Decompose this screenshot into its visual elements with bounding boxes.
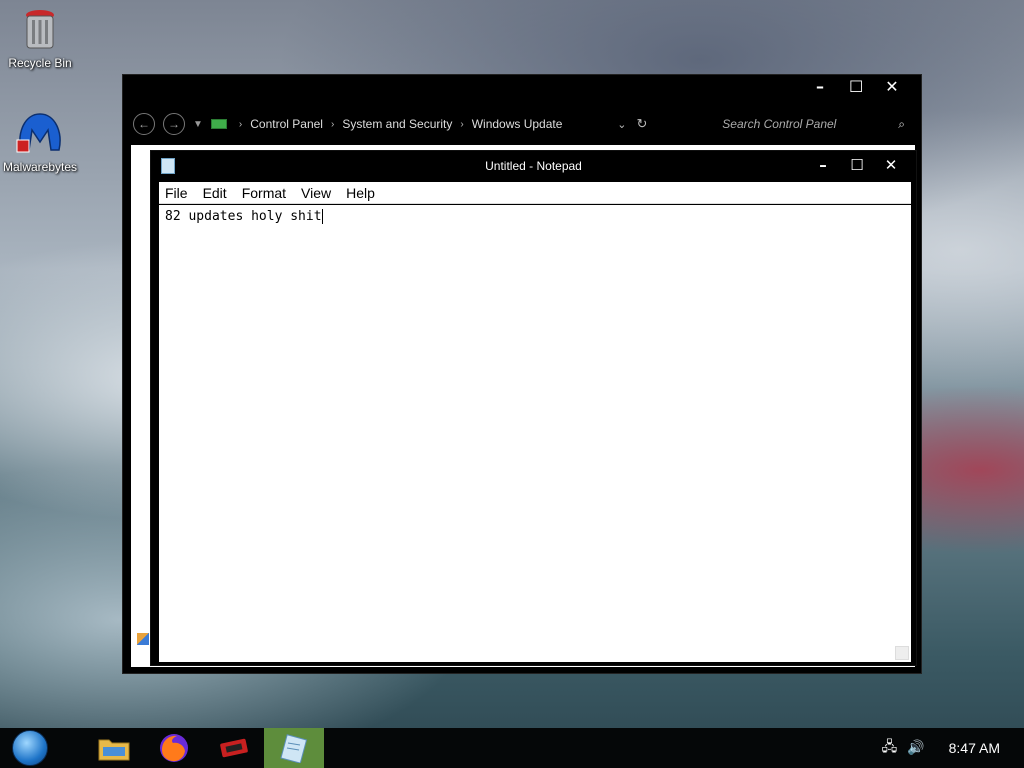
taskbar-notepad[interactable]: [264, 728, 324, 768]
network-icon[interactable]: 🖧: [882, 736, 898, 760]
address-bar: ← → ▼ › Control Panel › System and Secur…: [133, 111, 913, 137]
notepad-icon: [161, 158, 175, 174]
minimize-icon[interactable]: –: [816, 155, 830, 175]
menu-view[interactable]: View: [301, 185, 331, 201]
breadcrumb-separator-icon: ›: [238, 118, 243, 130]
notepad-title-bar[interactable]: Untitled - Notepad: [151, 151, 916, 181]
minimize-icon[interactable]: –: [813, 77, 827, 97]
firefox-icon: [160, 734, 188, 762]
breadcrumb-system-security[interactable]: System and Security: [342, 117, 452, 131]
text-caret: [321, 209, 323, 224]
notepad-icon: [280, 734, 308, 763]
editor-text: 82 updates holy shit: [165, 209, 322, 224]
menu-file[interactable]: File: [165, 185, 188, 201]
clock[interactable]: 8:47 AM: [949, 740, 1000, 756]
breadcrumb-separator-icon: ›: [330, 118, 335, 130]
start-orb-icon: [12, 730, 48, 766]
address-dropdown-icon[interactable]: ⌄: [617, 118, 626, 131]
notepad-window: Untitled - Notepad – ☐ ✕ File Edit Forma…: [150, 150, 917, 666]
breadcrumb-separator-icon: ›: [460, 118, 464, 130]
notepad-window-controls: – ☐ ✕: [816, 155, 898, 175]
desktop-icon-label: Recycle Bin: [8, 56, 72, 70]
menu-edit[interactable]: Edit: [203, 185, 227, 201]
breadcrumb-windows-update[interactable]: Windows Update: [472, 117, 563, 131]
window-title: Untitled - Notepad: [485, 159, 582, 173]
folder-icon: [98, 739, 130, 761]
start-button[interactable]: [0, 728, 60, 768]
history-dropdown-icon[interactable]: ▼: [193, 119, 203, 130]
control-panel-icon: [210, 119, 227, 129]
desktop-icon-recycle-bin[interactable]: Recycle Bin: [2, 8, 78, 70]
desktop-icon-label: Malwarebytes: [2, 160, 78, 174]
volume-icon[interactable]: 🔊: [907, 740, 924, 756]
system-tray: 🖧 🔊 8:47 AM: [882, 736, 1024, 760]
maximize-icon[interactable]: ☐: [850, 155, 864, 175]
breadcrumb-control-panel[interactable]: Control Panel: [250, 117, 323, 131]
refresh-icon[interactable]: ↻: [637, 116, 648, 132]
forward-arrow-icon[interactable]: →: [163, 113, 185, 135]
taskbar-file-explorer[interactable]: [84, 728, 144, 768]
maximize-icon[interactable]: ☐: [849, 77, 863, 97]
taskbar: 🖧 🔊 8:47 AM: [0, 728, 1024, 768]
close-icon[interactable]: ✕: [885, 77, 899, 97]
app-icon: [220, 738, 248, 758]
shield-icon: [137, 633, 149, 645]
taskbar-app[interactable]: [204, 728, 264, 768]
back-arrow-icon[interactable]: ←: [133, 113, 155, 135]
malwarebytes-icon: [16, 113, 61, 153]
search-input[interactable]: Search Control Panel: [722, 117, 892, 131]
text-editor[interactable]: 82 updates holy shit: [159, 205, 911, 662]
menu-format[interactable]: Format: [242, 185, 286, 201]
resize-grip-icon[interactable]: [895, 646, 909, 660]
close-icon[interactable]: ✕: [884, 155, 898, 175]
desktop-icon-malwarebytes[interactable]: Malwarebytes: [2, 110, 78, 174]
recycle-bin-icon: [26, 10, 54, 49]
taskbar-firefox[interactable]: [144, 728, 204, 768]
window-controls: – ☐ ✕: [813, 77, 899, 97]
search-icon[interactable]: ⌕: [898, 117, 905, 132]
menu-help[interactable]: Help: [346, 185, 375, 201]
menu-bar: File Edit Format View Help: [159, 182, 911, 204]
